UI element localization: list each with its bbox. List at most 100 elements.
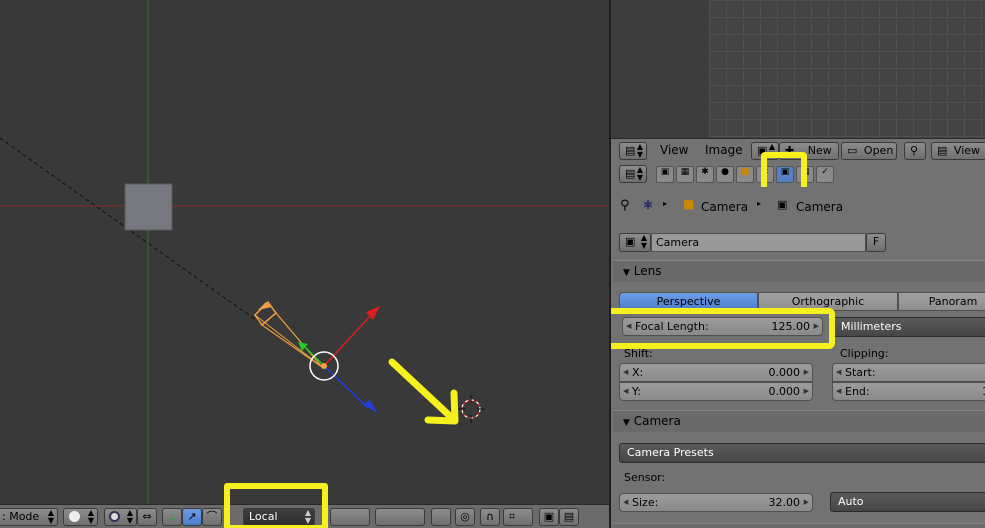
- clapper-icon: ▤: [563, 510, 575, 523]
- shift-y-field[interactable]: ◀ Y: 0.000 ▶: [619, 382, 813, 401]
- fake-user-label: F: [872, 235, 880, 248]
- increment-icon[interactable]: ▶: [804, 364, 809, 381]
- decrement-icon[interactable]: ◀: [836, 364, 841, 381]
- camera-browse-button[interactable]: ▣ ▲ ▼: [619, 233, 651, 252]
- scene-icon: ✱: [643, 198, 654, 212]
- depth-of-field-panel-header[interactable]: [613, 523, 985, 528]
- render-anim-button[interactable]: ▤: [559, 508, 579, 526]
- scale-icon: ⌒: [206, 510, 218, 523]
- tab-object[interactable]: ■: [736, 166, 754, 183]
- manipulator-toggle[interactable]: ⇔: [137, 508, 157, 526]
- annotation-arrow: [388, 358, 459, 425]
- annotation-highlight: [611, 308, 835, 349]
- camera-data-icon: ▣: [625, 235, 636, 248]
- cube-object: [124, 183, 173, 231]
- disclosure-triangle-icon: ▼: [623, 268, 630, 278]
- camera-presets-dropdown[interactable]: Camera Presets: [619, 443, 985, 463]
- annotation-highlight: [224, 483, 328, 528]
- menu-image[interactable]: Image: [705, 143, 743, 157]
- proportional-icon: ◎: [460, 510, 470, 523]
- render-still-button[interactable]: ▣: [539, 508, 559, 526]
- open-label: Open: [863, 144, 894, 157]
- increment-icon[interactable]: ▶: [804, 383, 809, 400]
- breadcrumb-object: Camera: [701, 200, 749, 214]
- sensor-size-field[interactable]: ◀ Size: 32.00 ▶: [619, 493, 813, 512]
- sensor-label: Sensor:: [624, 471, 666, 484]
- pin-icon[interactable]: ⚲: [620, 198, 630, 213]
- properties-panel: ⚲ ✱ ▸ ■ Camera ▸ ▣ Camera ▣ ▲ ▼ Camera F …: [611, 187, 985, 528]
- manipulator-icon: ⇔: [142, 510, 152, 523]
- view-mode-dropdown[interactable]: ▤ View: [931, 142, 985, 160]
- breadcrumb-separator-icon: ▸: [757, 199, 762, 208]
- tab-render[interactable]: ▣: [656, 166, 674, 183]
- tab-physics[interactable]: ✓: [816, 166, 834, 183]
- clip-start-field[interactable]: ◀ Start:: [832, 363, 985, 382]
- updown-icon: ▲ ▼: [636, 165, 643, 182]
- pin-icon: ⚲: [910, 144, 919, 157]
- rotate-button[interactable]: ↗: [182, 508, 202, 526]
- layers-icon: ▦: [680, 167, 690, 177]
- uv-grid: [709, 0, 985, 138]
- updown-icon: ▲ ▼: [126, 508, 133, 525]
- fake-user-button[interactable]: F: [866, 233, 886, 252]
- checkmark-icon: ✓: [821, 167, 829, 177]
- decrement-icon[interactable]: ◀: [836, 383, 841, 400]
- 3d-viewport[interactable]: [0, 0, 609, 504]
- viewport-canvas[interactable]: [0, 0, 609, 504]
- transform-gizmo: [298, 306, 380, 414]
- layer-buttons-1[interactable]: [330, 508, 370, 526]
- shift-y-label: Y:: [632, 385, 641, 398]
- proportional-edit-button[interactable]: ◎: [455, 508, 475, 526]
- layer-lock-button[interactable]: [431, 508, 451, 526]
- lens-panel-header[interactable]: ▼ Lens: [613, 260, 985, 282]
- mode-selector[interactable]: : Mode ▲ ▼: [0, 508, 58, 526]
- open-image-button[interactable]: ▭ Open: [841, 142, 897, 160]
- tab-scene[interactable]: ✱: [696, 166, 714, 183]
- world-icon: ●: [721, 167, 729, 177]
- decrement-icon[interactable]: ◀: [623, 364, 628, 381]
- editor-type-selector[interactable]: ▤ ▲ ▼: [619, 142, 647, 160]
- pivot-selector[interactable]: ▲ ▼: [104, 508, 137, 526]
- camera-name-field[interactable]: Camera: [651, 233, 866, 252]
- image-editor-area[interactable]: [611, 0, 985, 138]
- object-icon: ■: [740, 167, 750, 177]
- shift-label: Shift:: [624, 347, 653, 360]
- clip-end-field[interactable]: ◀ End: 1: [832, 382, 985, 401]
- 3d-cursor-icon: [457, 395, 485, 423]
- shift-x-label: X:: [632, 366, 644, 379]
- tab-render-layers[interactable]: ▦: [676, 166, 694, 183]
- translate-button[interactable]: ⊥: [162, 508, 182, 526]
- object-icon: ■: [683, 197, 695, 211]
- tab-world[interactable]: ●: [716, 166, 734, 183]
- menu-view[interactable]: View: [660, 143, 688, 157]
- pin-image-button[interactable]: ⚲: [904, 142, 926, 160]
- scene-icon: ✱: [701, 167, 709, 177]
- disclosure-triangle-icon: ▼: [623, 418, 630, 428]
- increment-icon[interactable]: ▶: [804, 494, 809, 511]
- shift-x-field[interactable]: ◀ X: 0.000 ▶: [619, 363, 813, 382]
- clipping-label: Clipping:: [840, 347, 889, 360]
- camera-object: [254, 300, 323, 368]
- updown-icon: ▲ ▼: [636, 142, 643, 159]
- clip-start-label: Start:: [845, 366, 876, 379]
- sensor-fit-dropdown[interactable]: Auto: [830, 492, 985, 512]
- lens-type-panoramic[interactable]: Panoram: [898, 292, 985, 311]
- scale-button[interactable]: ⌒: [202, 508, 222, 526]
- snap-element-selector[interactable]: ⌗: [503, 508, 533, 526]
- decrement-icon[interactable]: ◀: [623, 494, 628, 511]
- shading-selector[interactable]: ▲ ▼: [63, 508, 98, 526]
- sensor-size-label: Size:: [632, 496, 659, 509]
- properties-tab-bar: ▤ ▲ ▼ ▣ ▦ ✱ ● ■ ⊂ ▣ ▦ ✓: [611, 152, 985, 194]
- breadcrumb-separator-icon: ▸: [663, 199, 668, 208]
- camera-icon: ▣: [543, 510, 555, 523]
- viewport-header: : Mode ▲ ▼ ▲ ▼ ▲ ▼ ⇔ ⊥ ↗ ⌒ Local ▲ ▼ ◎ ∩ ⌗ ▣…: [0, 483, 609, 528]
- decrement-icon[interactable]: ◀: [623, 383, 628, 400]
- translate-icon: ⊥: [167, 510, 177, 523]
- properties-editor-type[interactable]: ▤ ▲ ▼: [619, 165, 647, 183]
- lens-unit-dropdown[interactable]: Millimeters: [833, 317, 985, 337]
- layer-buttons-2[interactable]: [375, 508, 425, 526]
- shift-x-value: 0.000: [768, 366, 801, 379]
- clip-end-label: End:: [845, 385, 870, 398]
- snap-toggle[interactable]: ∩: [480, 508, 500, 526]
- camera-panel-header[interactable]: ▼ Camera: [613, 410, 985, 432]
